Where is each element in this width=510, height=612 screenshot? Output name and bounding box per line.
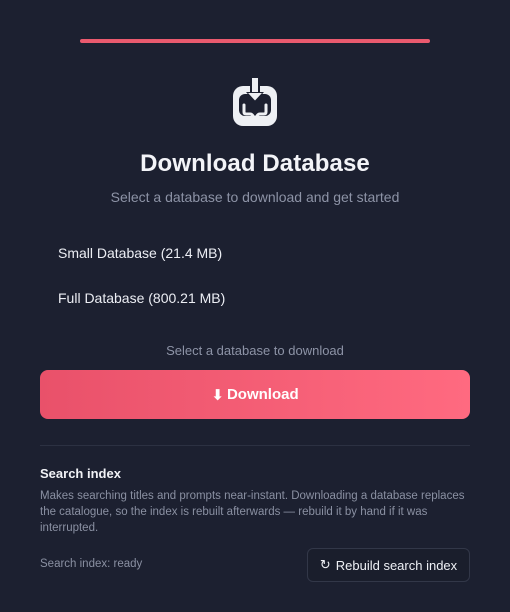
- search-index-title: Search index: [40, 466, 121, 481]
- download-database-icon: [233, 78, 277, 126]
- search-index-description: Makes searching titles and prompts near-…: [40, 490, 465, 534]
- page-subtitle: Select a database to download and get st…: [110, 189, 400, 205]
- search-index-status: Search index: ready: [40, 558, 143, 570]
- refresh-icon: ↻: [319, 557, 331, 572]
- rebuild-button-label: Rebuild search index: [335, 557, 458, 573]
- accent-bar: [80, 39, 430, 43]
- database-option-full[interactable]: Full Database (800.21 MB): [58, 290, 225, 306]
- download-arrow-icon: ⬇: [211, 386, 224, 404]
- download-button-label: Download: [226, 386, 299, 403]
- section-divider: [40, 445, 470, 446]
- download-database-page: Download Database Select a database to d…: [0, 0, 510, 612]
- rebuild-search-index-button[interactable]: ↻ Rebuild search index: [307, 548, 470, 582]
- page-title: Download Database: [140, 150, 370, 177]
- download-button[interactable]: ⬇ Download: [40, 370, 470, 419]
- selection-hint: Select a database to download: [166, 343, 344, 358]
- database-option-small[interactable]: Small Database (21.4 MB): [58, 245, 222, 261]
